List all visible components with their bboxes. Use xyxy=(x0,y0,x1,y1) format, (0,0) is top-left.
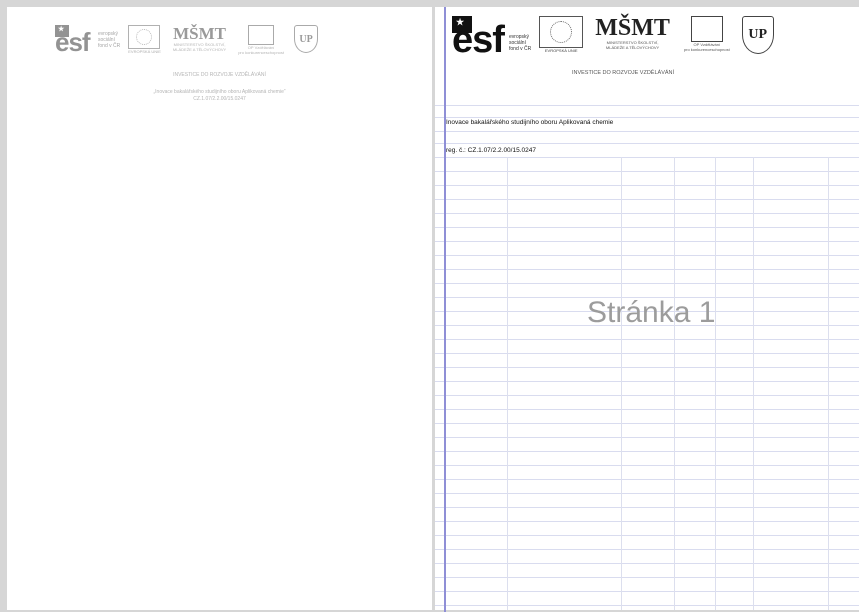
grid-row-line xyxy=(435,143,859,144)
esf-logo: ★ esf evropský sociální fond v ČR xyxy=(452,16,532,61)
msmt-caption-line: MLÁDEŽE A TĚLOVÝCHOVY xyxy=(605,45,660,50)
registration-number: CZ.1.07/2.2.00/15.0247 xyxy=(193,96,246,102)
grid-row-line xyxy=(435,227,859,228)
msmt-mark: MŠMT xyxy=(595,15,670,41)
investment-tagline: INVESTICE DO ROZVOJE VZDĚLÁVÁNÍ xyxy=(571,70,675,76)
grid-row-line xyxy=(435,521,859,522)
msmt-logo: MŠMT MINISTERSTVO ŠKOLSTVÍ, MLÁDEŽE A TĚ… xyxy=(595,16,670,50)
grid-column-line xyxy=(753,157,754,610)
investment-tagline: INVESTICE DO ROZVOJE VZDĚLÁVÁNÍ xyxy=(173,72,266,78)
page-right: ★ esf evropský sociální fond v ČR EVROPS… xyxy=(435,7,859,610)
grid-row-line xyxy=(435,283,859,284)
grid-row-line xyxy=(435,409,859,410)
grid-column-line xyxy=(621,157,622,610)
page-number-watermark: Stránka 1 xyxy=(587,296,716,329)
registration-number-cell[interactable]: reg. č.: CZ.1.07/2.2.00/15.0247 xyxy=(446,147,536,154)
esf-logo: ★ esf evropský sociální fond v ČR xyxy=(55,25,121,57)
grid-row-line xyxy=(435,437,859,438)
university-shield-icon: UP xyxy=(294,25,319,53)
eu-logo: EVROPSKÁ UNIE xyxy=(539,16,584,53)
header-logos: ★ esf evropský sociální fond v ČR EVROPS… xyxy=(55,25,319,57)
grid-row-line xyxy=(435,157,859,158)
grid-row-line xyxy=(435,451,859,452)
op-caption-line: pro konkurenceschopnost xyxy=(238,50,285,55)
page-left: ★ esf evropský sociální fond v ČR EVROPS… xyxy=(7,7,432,610)
esf-text-line: fond v ČR xyxy=(98,43,121,49)
grid-row-line xyxy=(435,493,859,494)
op-logo: OP Vzdělávání pro konkurenceschopnost xyxy=(238,25,284,55)
esf-text-line: fond v ČR xyxy=(509,46,532,52)
grid-row-line xyxy=(435,423,859,424)
eu-caption: EVROPSKÁ UNIE xyxy=(128,49,161,54)
grid-row-line xyxy=(435,185,859,186)
grid-row-line xyxy=(435,199,859,200)
op-caption-line: pro konkurenceschopnost xyxy=(683,47,730,52)
op-logo: OP Vzdělávání pro konkurenceschopnost xyxy=(684,16,730,52)
grid-column-line xyxy=(828,157,829,610)
project-title: „Inovace bakalářského studijního oboru A… xyxy=(153,89,286,95)
grid-row-line xyxy=(435,213,859,214)
msmt-mark: MŠMT xyxy=(173,24,226,43)
grid-row-line xyxy=(435,255,859,256)
eu-caption: EVROPSKÁ UNIE xyxy=(544,48,578,53)
eu-logo: EVROPSKÁ UNIE xyxy=(128,25,161,54)
grid-row-line xyxy=(435,535,859,536)
grid-row-line xyxy=(435,563,859,564)
header-logos: ★ esf evropský sociální fond v ČR EVROPS… xyxy=(452,16,774,61)
grid-column-line xyxy=(715,157,716,610)
grid-column-line xyxy=(507,157,508,610)
msmt-logo: MŠMT MINISTERSTVO ŠKOLSTVÍ, MLÁDEŽE A TĚ… xyxy=(173,25,226,52)
grid-row-line xyxy=(435,241,859,242)
grid-column-line xyxy=(674,157,675,610)
university-shield-icon: UP xyxy=(741,16,774,54)
grid-row-line xyxy=(435,507,859,508)
grid-row-line xyxy=(435,381,859,382)
grid-row-line xyxy=(435,465,859,466)
grid-row-line xyxy=(435,117,859,118)
grid-row-line xyxy=(435,395,859,396)
grid-row-line xyxy=(435,549,859,550)
page-break-line[interactable] xyxy=(444,7,446,612)
grid-row-line xyxy=(435,269,859,270)
grid-row-line xyxy=(435,353,859,354)
grid-row-line xyxy=(435,171,859,172)
grid-row-line xyxy=(435,605,859,606)
grid-row-line xyxy=(435,339,859,340)
grid-row-line xyxy=(435,591,859,592)
spreadsheet-grid: Inovace bakalářského studijního oboru Ap… xyxy=(435,105,859,610)
grid-row-line xyxy=(435,577,859,578)
grid-row-line xyxy=(435,131,859,132)
grid-row-line xyxy=(435,105,859,106)
grid-row-line xyxy=(435,479,859,480)
project-title-cell[interactable]: Inovace bakalářského studijního oboru Ap… xyxy=(446,119,613,126)
msmt-caption-line: MLÁDEŽE A TĚLOVÝCHOVY xyxy=(172,47,227,52)
grid-row-line xyxy=(435,367,859,368)
